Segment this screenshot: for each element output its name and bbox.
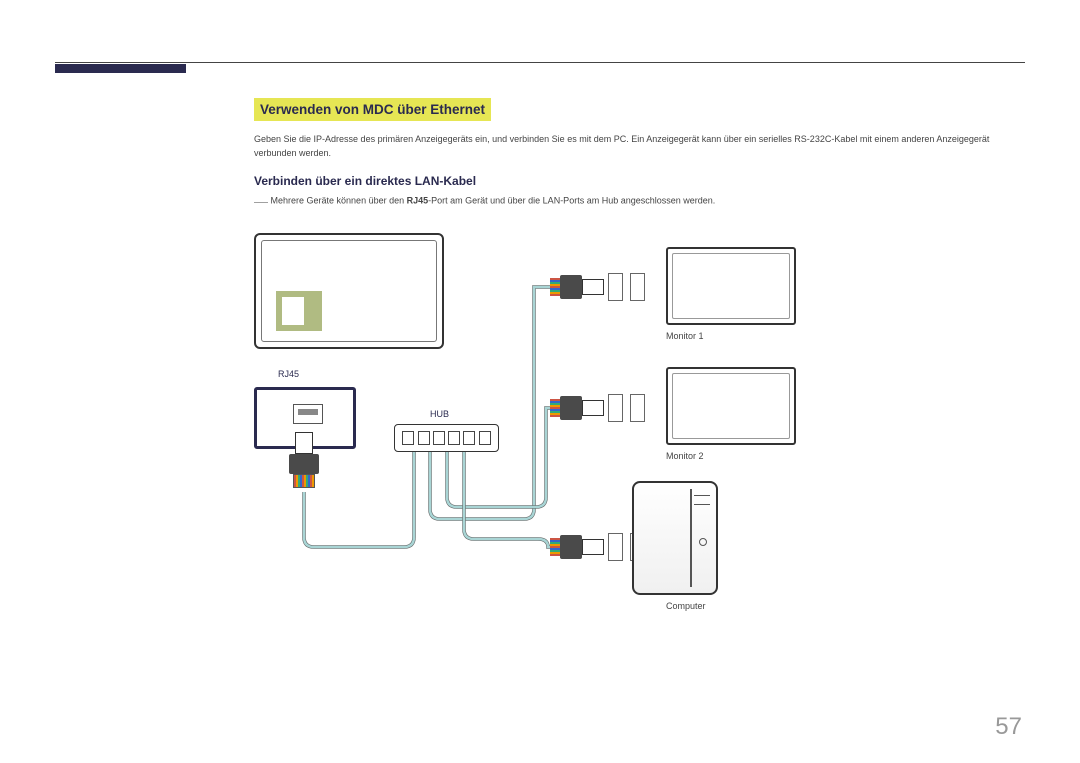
section-title: Verwenden von MDC über Ethernet [254,98,491,121]
note-bold: RJ45 [407,195,429,205]
monitor-icon [666,247,796,325]
header-accent-bar [55,64,186,73]
rj45-label: RJ45 [278,369,299,379]
primary-display-icon [254,233,444,349]
monitor1-label: Monitor 1 [666,331,704,341]
monitor-icon [666,367,796,445]
intro-paragraph: Geben Sie die IP-Adresse des primären An… [254,133,1020,160]
port-slots-icon [608,394,648,422]
computer-tower-icon [632,481,718,595]
hub-label: HUB [430,409,449,419]
dash-icon: ― [254,193,268,209]
ethernet-plug-icon [550,533,604,561]
port-slots-icon [608,273,648,301]
page-number: 57 [995,713,1022,741]
sub-heading: Verbinden über ein direktes LAN-Kabel [254,174,1020,188]
content-area: Verwenden von MDC über Ethernet Geben Si… [254,98,1020,624]
monitor2-label: Monitor 2 [666,451,704,461]
note-line: ― Mehrere Geräte können über den RJ45-Po… [254,193,1020,209]
hub-icon [394,424,499,452]
connection-diagram: RJ45 HUB Monitor 1 Monitor 2 [254,219,1014,624]
computer-label: Computer [666,601,706,611]
note-prefix: Mehrere Geräte können über den [271,195,407,205]
header-rule [55,62,1025,63]
note-suffix: -Port am Gerät und über die LAN-Ports am… [428,195,715,205]
ethernet-plug-icon [550,394,604,422]
ethernet-plug-icon [289,432,319,492]
display-block-icon [276,291,322,331]
ethernet-plug-icon [550,273,604,301]
